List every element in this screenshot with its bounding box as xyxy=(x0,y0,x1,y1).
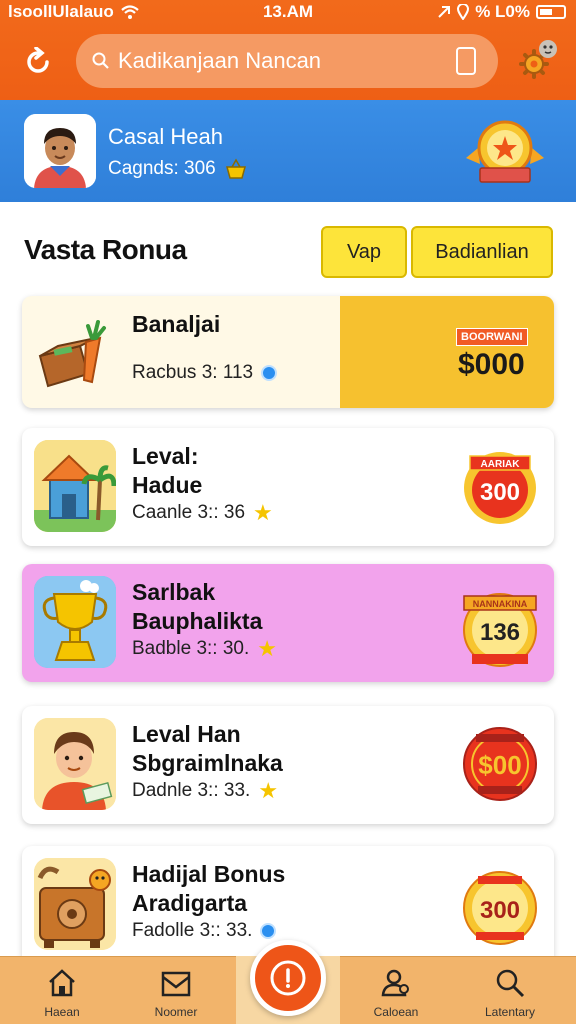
home-icon xyxy=(49,969,75,997)
reward-amount: $00 xyxy=(478,750,521,780)
list-item-sarlbak[interactable]: Sarlbak Bauphalikta Badble 3:: 30. ★ NAN… xyxy=(22,564,554,682)
nav-home-label: Haean xyxy=(44,1005,80,1019)
device-icon[interactable] xyxy=(456,47,476,75)
medal-trophy-icon[interactable] xyxy=(462,118,548,192)
list-item-leval-hadue[interactable]: Leval: Hadue Caanle 3:: 36 ★ AARIAK 300 xyxy=(22,428,554,546)
nav-profile-label: Caloean xyxy=(373,1005,419,1019)
section-title: Vasta Ronua xyxy=(24,234,187,265)
nav-profile[interactable]: Caloean xyxy=(356,957,436,1024)
card-thumbnail xyxy=(34,576,116,668)
card-title-line1: Leval: xyxy=(132,443,199,469)
reward-badge[interactable]: $00 xyxy=(460,724,540,804)
magnifier-icon xyxy=(496,969,525,998)
reward-badge[interactable]: 300 xyxy=(460,866,540,946)
status-right: % L0% xyxy=(437,2,566,22)
signal-arrow-icon xyxy=(438,6,451,18)
reward-badge[interactable]: AARIAK 300 xyxy=(460,448,540,528)
card-title: Leval: Hadue xyxy=(132,442,202,500)
user-avatar[interactable] xyxy=(24,114,96,188)
card-subtitle-text: Badble 3:: 30. xyxy=(132,638,250,659)
battery-icon xyxy=(536,5,566,19)
top-header: lsoollUlalauo 13.AM % L0% xyxy=(0,0,576,100)
card-title: Leval Han Sbgraimlnaka xyxy=(132,720,283,778)
card-subtitle: Caanle 3:: 36 ★ xyxy=(132,502,273,524)
card-subtitle: Racbus 3: 113 xyxy=(132,362,278,384)
search-icon xyxy=(92,52,109,69)
card-thumbnail xyxy=(34,858,116,950)
card-subtitle-text: Caanle 3:: 36 xyxy=(132,502,246,523)
house-palm-icon xyxy=(34,440,116,532)
nav-search-label: Latentary xyxy=(484,1005,536,1019)
card-title-line2: Bauphalikta xyxy=(132,608,263,634)
settings-gear-icon[interactable] xyxy=(516,38,560,82)
refresh-button[interactable] xyxy=(20,44,56,80)
star-icon: ★ xyxy=(258,778,279,803)
card-subtitle-text: Racbus 3: 113 xyxy=(132,362,254,383)
safe-box-icon xyxy=(34,858,116,950)
reward-badge[interactable]: NANNAKINA 136 xyxy=(460,588,540,668)
battery-label: % L0% xyxy=(475,2,530,21)
card-subtitle: Badble 3:: 30. ★ xyxy=(132,638,277,660)
tab-vap[interactable]: Vap xyxy=(321,226,407,278)
user-search-icon xyxy=(381,969,409,997)
star-icon: ★ xyxy=(253,500,273,525)
badge-tag: NANNAKINA xyxy=(473,599,528,609)
refresh-icon xyxy=(27,47,49,73)
reward-amount: $000 xyxy=(458,348,525,381)
crate-carrot-icon xyxy=(38,320,106,388)
boy-with-cash-icon xyxy=(34,718,116,810)
reward-amount: 300 xyxy=(480,479,520,506)
coins-label: Cagnds: 306 xyxy=(108,158,216,179)
reward-panel[interactable]: BOORWANI $000 xyxy=(340,296,554,408)
location-icon xyxy=(457,4,470,20)
card-title-line2: Hadue xyxy=(132,472,203,498)
person-avatar-icon xyxy=(24,114,96,188)
card-thumbnail xyxy=(34,718,116,810)
card-subtitle-text: Fadolle 3:: 33. xyxy=(132,920,253,941)
reward-amount: 136 xyxy=(480,619,520,646)
card-subtitle: Fadolle 3:: 33. xyxy=(132,920,277,942)
card-subtitle-text: Dadnle 3:: 33. xyxy=(132,780,251,801)
profile-name: Casal Heah xyxy=(108,124,223,149)
tab-badianlian[interactable]: Badianlian xyxy=(411,226,553,278)
nav-home[interactable]: Haean xyxy=(22,957,102,1024)
envelope-icon xyxy=(161,971,191,997)
list-item-leval-han[interactable]: Leval Han Sbgraimlnaka Dadnle 3:: 33. ★ … xyxy=(22,706,554,824)
card-title-line2: Aradigarta xyxy=(132,890,248,916)
card-thumbnail xyxy=(34,308,116,400)
card-title-line1: Hadijal Bonus xyxy=(132,861,286,887)
card-title: Sarlbak Bauphalikta xyxy=(132,578,262,636)
card-title-line2: Sbgraimlnaka xyxy=(132,750,283,776)
trophy-icon xyxy=(34,576,116,668)
nav-news-label: Noomer xyxy=(154,1005,198,1019)
star-icon: ★ xyxy=(257,636,277,661)
info-dot-icon xyxy=(261,365,278,381)
basket-icon xyxy=(225,158,246,179)
profile-coins: Cagnds: 306 xyxy=(108,158,248,180)
info-dot-icon xyxy=(260,923,277,939)
reward-amount: 300 xyxy=(480,897,520,924)
search-input[interactable] xyxy=(118,48,448,74)
card-title-line1: Leval Han xyxy=(132,721,241,747)
status-bar: lsoollUlalauo 13.AM % L0% xyxy=(0,0,576,26)
card-title: Banaljai xyxy=(132,311,221,337)
card-thumbnail xyxy=(34,440,116,532)
alert-circle-icon xyxy=(270,960,306,996)
badge-tag: AARIAK xyxy=(481,459,521,470)
list-item-banaljai[interactable]: Banaljai Racbus 3: 113 BOORWANI $000 xyxy=(22,296,554,408)
search-bar[interactable] xyxy=(76,34,498,88)
reward-tag: BOORWANI xyxy=(456,328,528,346)
nav-search[interactable]: Latentary xyxy=(470,957,550,1024)
center-action-button[interactable] xyxy=(250,940,326,1016)
card-title-line1: Sarlbak xyxy=(132,579,216,605)
card-subtitle: Dadnle 3:: 33. ★ xyxy=(132,780,278,802)
nav-news[interactable]: Noomer xyxy=(136,957,216,1024)
card-title: Hadijal Bonus Aradigarta xyxy=(132,860,285,918)
